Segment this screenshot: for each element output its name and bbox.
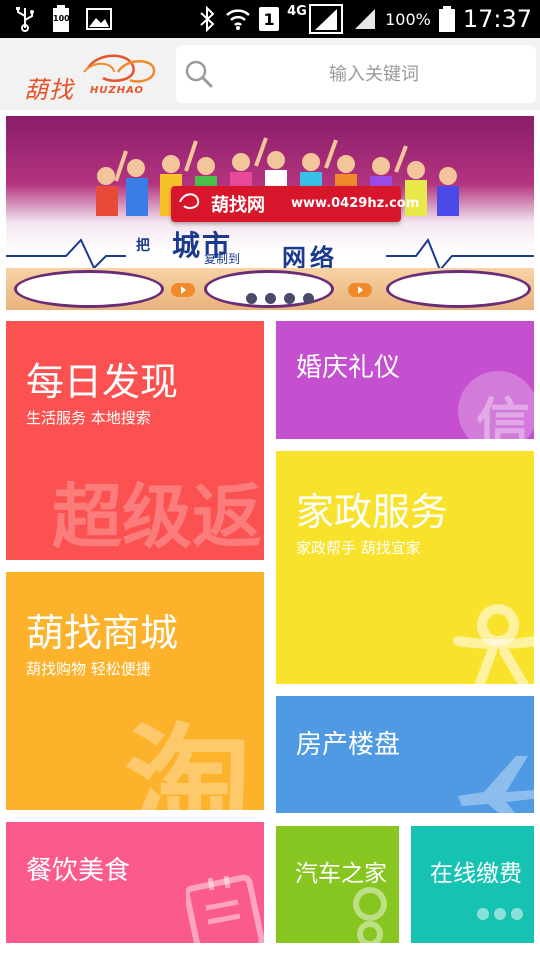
carousel-dot[interactable] (246, 293, 257, 304)
tile-title: 家政服务 (296, 490, 449, 534)
banner-logo-icon (176, 190, 204, 216)
tile-housekeeping[interactable]: 家政服务 家政帮手 葫找宜家 (276, 451, 534, 684)
app-logo[interactable]: 葫找 HUZHAO (18, 50, 168, 104)
tile-watermark: 信 (476, 392, 530, 439)
network-type: 4G (287, 4, 307, 19)
tile-subtitle: 葫找购物 轻松便捷 (26, 660, 151, 678)
logo-text: 葫找 (24, 76, 74, 104)
battery-saver-icon: 100 (52, 5, 70, 33)
battery-icon (438, 6, 455, 32)
tile-watermark: 淘 (124, 712, 253, 810)
tile-title: 每日发现 (26, 360, 179, 404)
tile-mall[interactable]: 葫找商城 葫找购物 轻松便捷 淘 (6, 572, 264, 810)
sim-icon: 1 (259, 7, 280, 31)
status-bar: 100 1 4G 100% 17:37 (0, 0, 540, 38)
sim-slot-label: 1 (263, 9, 275, 29)
banner-arrow-icon (171, 282, 195, 301)
person-watermark-icon (342, 884, 398, 943)
notepad-watermark-icon (183, 868, 264, 943)
battery-small-label: 100 (53, 14, 70, 23)
tile-auto[interactable]: 汽车之家 (276, 826, 399, 943)
bluetooth-icon (197, 6, 217, 32)
person-watermark-icon (452, 601, 534, 684)
carousel-dot[interactable] (265, 293, 276, 304)
search-input[interactable] (224, 45, 524, 103)
banner-thumb-1 (14, 270, 164, 308)
carousel-indicators[interactable] (246, 293, 314, 304)
tile-title: 葫找商城 (26, 611, 179, 655)
banner-thumb-3 (386, 270, 531, 308)
banner-slogan-small-1: 把 (136, 238, 150, 254)
tile-title: 房产楼盘 (296, 730, 401, 760)
wifi-icon (225, 7, 251, 31)
search-icon[interactable] (184, 59, 214, 89)
tile-subtitle: 生活服务 本地搜索 (26, 409, 151, 427)
airplane-watermark-icon (454, 746, 534, 813)
promo-banner[interactable]: 葫找网 www.0429hz.com 把 城市 复制到 网络 (6, 116, 534, 310)
tile-subtitle: 家政帮手 葫找宜家 (296, 539, 421, 557)
signal-icon (353, 7, 377, 31)
tile-title: 汽车之家 (295, 861, 387, 887)
logo-subtext: HUZHAO (90, 85, 145, 96)
tile-title: 婚庆礼仪 (296, 353, 401, 383)
signal-4g-icon: 4G (287, 4, 345, 34)
banner-slogan-small-2: 复制到 (204, 252, 241, 266)
battery-percent: 100% (385, 9, 431, 29)
banner-arrow-icon (348, 282, 372, 301)
tile-title: 餐饮美食 (26, 856, 131, 886)
gallery-icon (86, 8, 112, 30)
usb-icon (14, 6, 36, 32)
banner-site-name: 葫找网 (211, 195, 265, 216)
banner-site-url: www.0429hz.com (291, 196, 420, 211)
tile-daily-discover[interactable]: 每日发现 生活服务 本地搜索 超级返 (6, 321, 264, 560)
tile-watermark: 超级返 (52, 476, 262, 558)
carousel-dot[interactable] (284, 293, 295, 304)
search-bar[interactable] (176, 45, 536, 103)
more-dots-icon (475, 906, 525, 926)
tile-food[interactable]: 餐饮美食 (6, 822, 264, 943)
tile-real-estate[interactable]: 房产楼盘 (276, 696, 534, 813)
tile-title: 在线缴费 (430, 861, 522, 887)
clock-time: 17:37 (462, 5, 532, 33)
carousel-dot[interactable] (303, 293, 314, 304)
header: 葫找 HUZHAO (0, 38, 540, 110)
tile-payment[interactable]: 在线缴费 (411, 826, 534, 943)
tile-wedding[interactable]: 婚庆礼仪 信 (276, 321, 534, 439)
